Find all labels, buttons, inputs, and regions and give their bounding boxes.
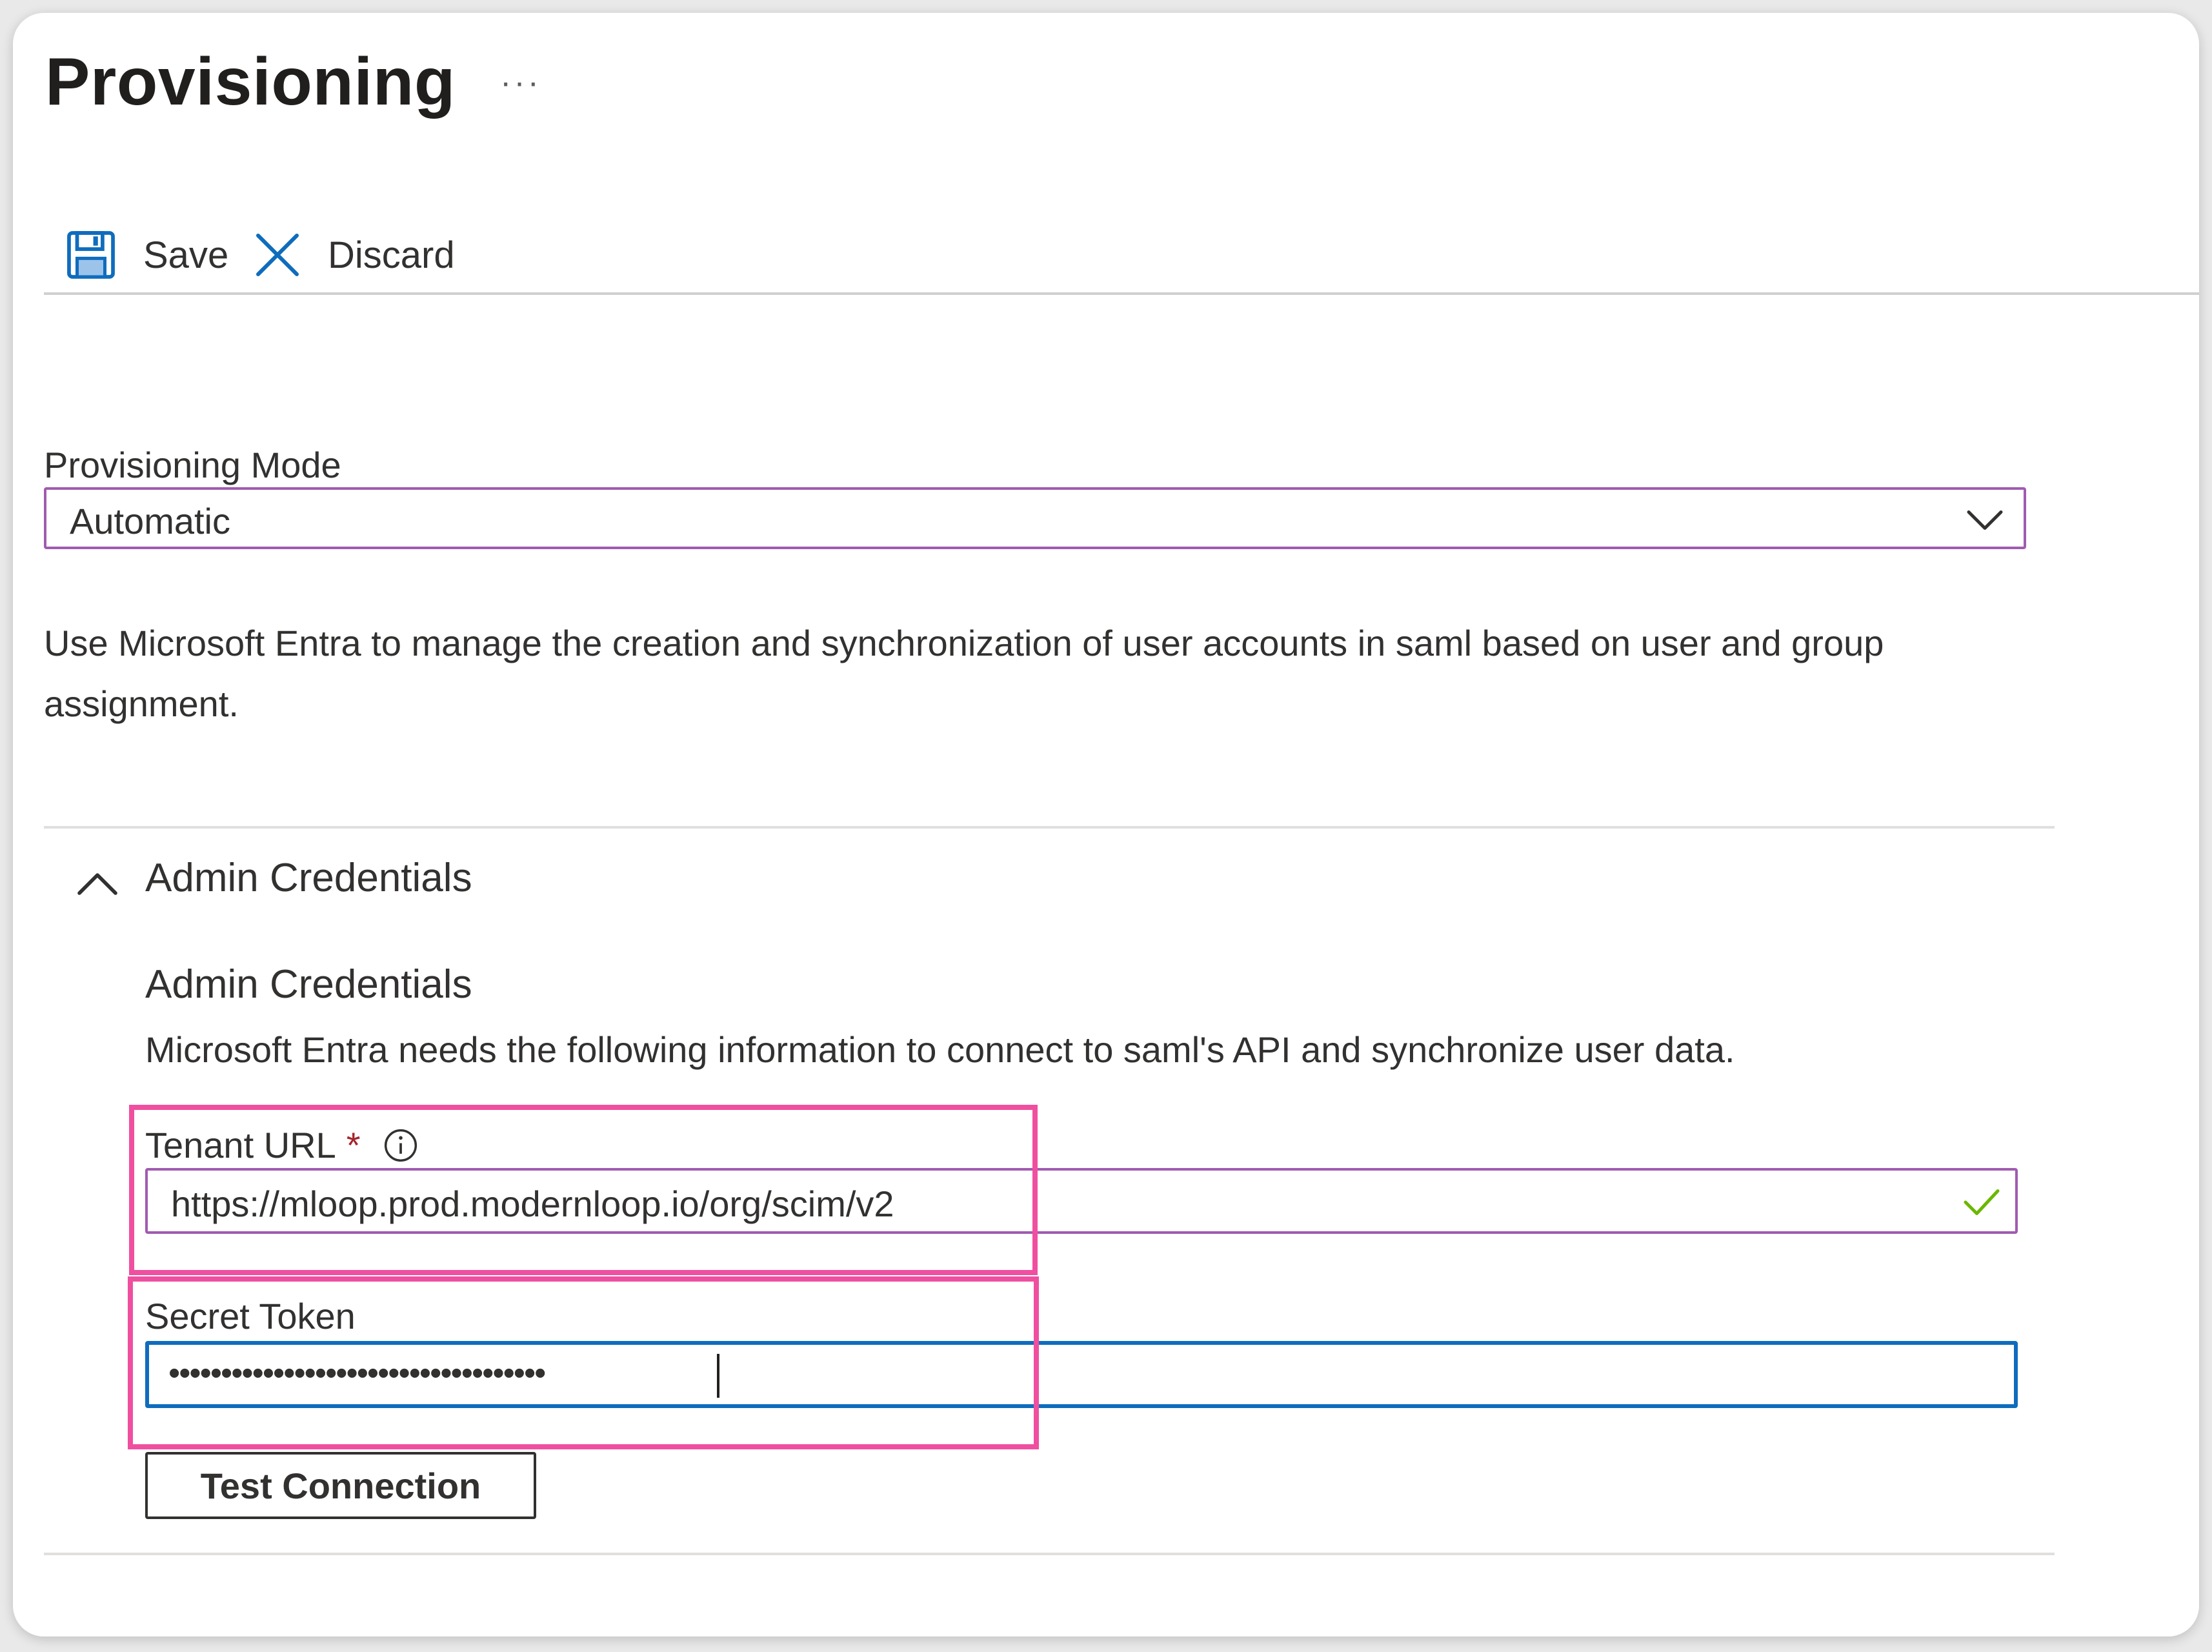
chevron-up-icon[interactable] <box>75 866 120 902</box>
secret-token-highlight <box>128 1276 1039 1449</box>
section-divider <box>44 826 2055 829</box>
save-label: Save <box>143 234 229 276</box>
admin-credentials-subtitle: Admin Credentials <box>145 962 472 1007</box>
provisioning-mode-dropdown[interactable]: Automatic <box>44 487 2026 549</box>
test-connection-button[interactable]: Test Connection <box>145 1452 536 1519</box>
more-options-button[interactable]: ··· <box>500 63 541 102</box>
admin-credentials-accordion-header[interactable]: Admin Credentials <box>145 855 472 901</box>
page-title: Provisioning <box>45 45 456 119</box>
checkmark-icon <box>1964 1189 2000 1215</box>
close-icon <box>256 234 299 276</box>
provisioning-mode-label: Provisioning Mode <box>44 445 341 485</box>
bottom-divider <box>44 1553 2055 1555</box>
discard-button[interactable]: Discard <box>252 219 455 290</box>
save-icon <box>67 231 115 279</box>
chevron-down-icon <box>1967 510 2003 530</box>
provisioning-panel: Provisioning ··· Save Discard Provisioni… <box>13 13 2199 1637</box>
toolbar-divider <box>44 292 2199 295</box>
tenant-url-highlight <box>129 1105 1038 1275</box>
provisioning-mode-description: Use Microsoft Entra to manage the creati… <box>44 623 1884 724</box>
provisioning-mode-value: Automatic <box>70 501 230 541</box>
discard-label: Discard <box>328 234 455 276</box>
admin-credentials-description: Microsoft Entra needs the following info… <box>145 1029 1735 1070</box>
save-button[interactable]: Save <box>63 219 228 290</box>
